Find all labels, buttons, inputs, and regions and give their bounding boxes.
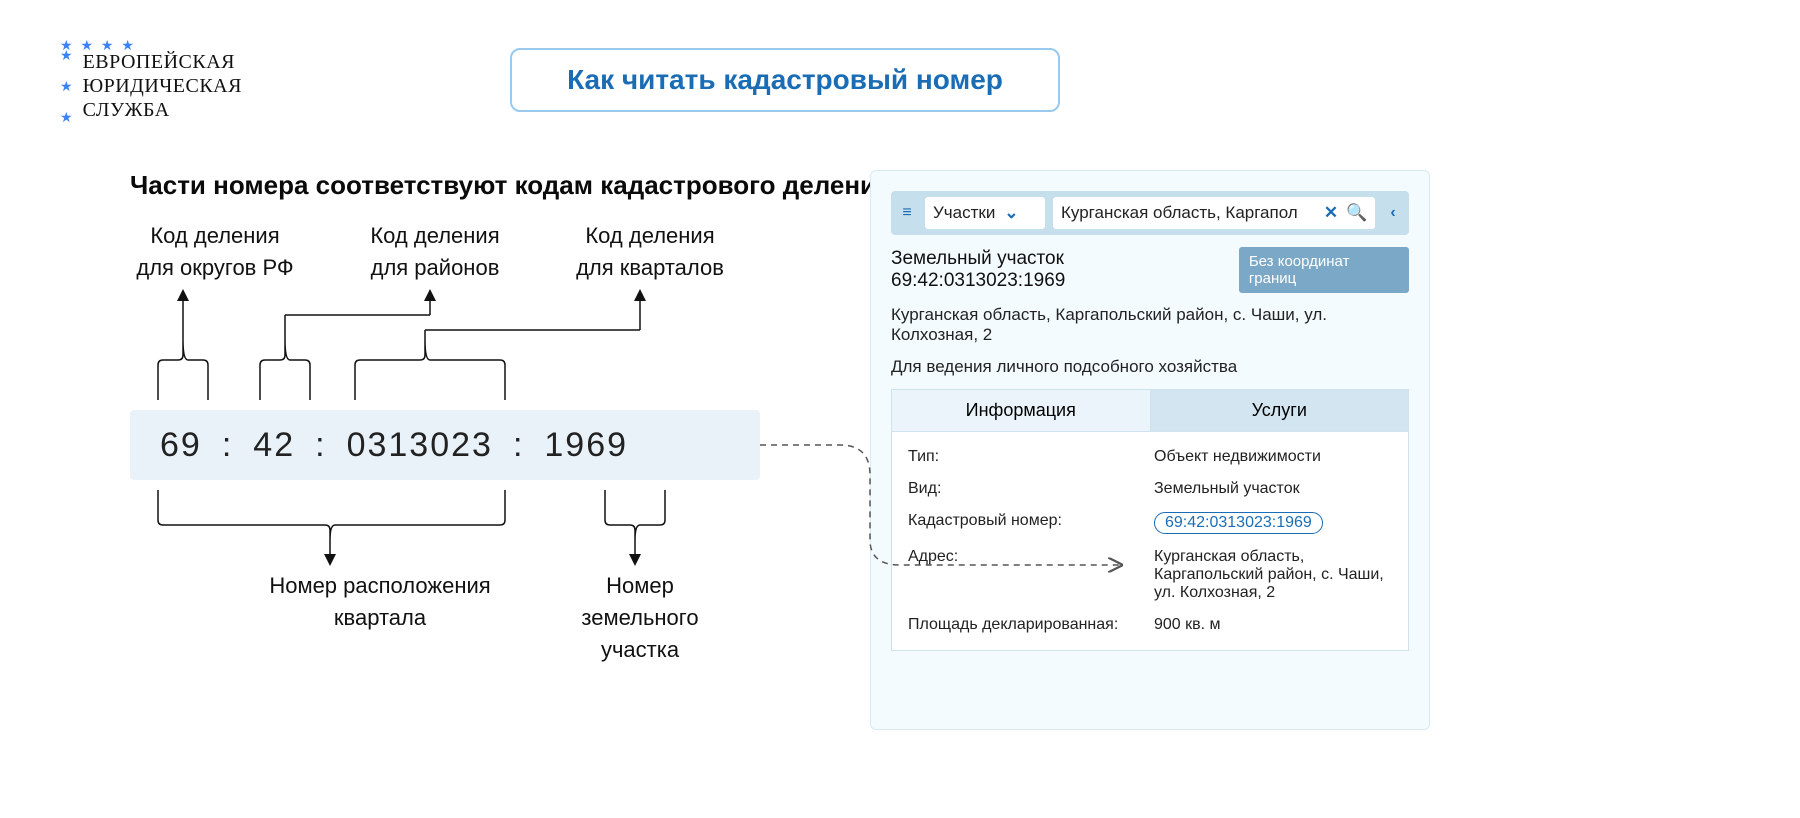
search-value: Курганская область, Каргапол [1061, 203, 1315, 223]
tab-services[interactable]: Услуги [1151, 389, 1410, 431]
section-heading: Части номера соответствуют кодам кадастр… [130, 170, 891, 201]
value-cad: 69:42:0313023:1969 [1154, 512, 1323, 534]
value-area: 900 кв. м [1154, 616, 1392, 634]
label-area: Площадь декларированная: [908, 616, 1138, 634]
menu-icon[interactable]: ≡ [897, 204, 917, 222]
search-input[interactable]: Курганская область, Каргапол ✕ 🔍 [1053, 197, 1375, 229]
chevron-down-icon: ⌄ [1001, 203, 1021, 223]
page-title: Как читать кадастровый номер [510, 48, 1060, 112]
clear-icon[interactable]: ✕ [1321, 203, 1341, 223]
status-badge: Без координат границ [1239, 247, 1409, 293]
label-addr: Адрес: [908, 548, 1138, 602]
star-icon: ★ ★ ★ ★ [60, 40, 242, 50]
label-type: Тип: [908, 448, 1138, 466]
star-icon: ★★★ [60, 50, 75, 122]
brand-line-2: ЮРИДИЧЕСКАЯ [83, 74, 242, 98]
value-type: Объект недвижимости [1154, 448, 1392, 466]
search-icon[interactable]: 🔍 [1347, 203, 1367, 223]
label-cad: Кадастровый номер: [908, 512, 1138, 534]
diagram-connectors [130, 220, 830, 770]
value-kind: Земельный участок [1154, 480, 1392, 498]
result-purpose: Для ведения личного подсобного хозяйства [891, 357, 1409, 377]
info-panel: ≡ Участки ⌄ Курганская область, Каргапол… [870, 170, 1430, 730]
result-address: Курганская область, Каргапольский район,… [891, 305, 1409, 345]
cadastral-diagram: Код деления для округов РФ Код деления д… [130, 220, 830, 770]
label-kind: Вид: [908, 480, 1138, 498]
collapse-icon[interactable]: ‹ [1383, 204, 1403, 222]
search-bar: ≡ Участки ⌄ Курганская область, Каргапол… [891, 191, 1409, 235]
brand-text: ЕВРОПЕЙСКАЯ ЮРИДИЧЕСКАЯ СЛУЖБА [83, 50, 242, 122]
tab-info[interactable]: Информация [891, 389, 1151, 431]
filter-label: Участки [933, 203, 995, 223]
tab-row: Информация Услуги [891, 389, 1409, 431]
value-addr: Курганская область, Каргапольский район,… [1154, 548, 1392, 602]
result-title-row: Земельный участок 69:42:0313023:1969 Без… [891, 247, 1409, 293]
filter-dropdown[interactable]: Участки ⌄ [925, 197, 1045, 229]
brand-logo: ★ ★ ★ ★ ★★★ ЕВРОПЕЙСКАЯ ЮРИДИЧЕСКАЯ СЛУЖ… [60, 40, 242, 122]
brand-line-1: ЕВРОПЕЙСКАЯ [83, 50, 242, 74]
brand-line-3: СЛУЖБА [83, 98, 242, 122]
info-grid: Тип: Объект недвижимости Вид: Земельный … [891, 431, 1409, 651]
result-title: Земельный участок 69:42:0313023:1969 [891, 248, 1239, 292]
